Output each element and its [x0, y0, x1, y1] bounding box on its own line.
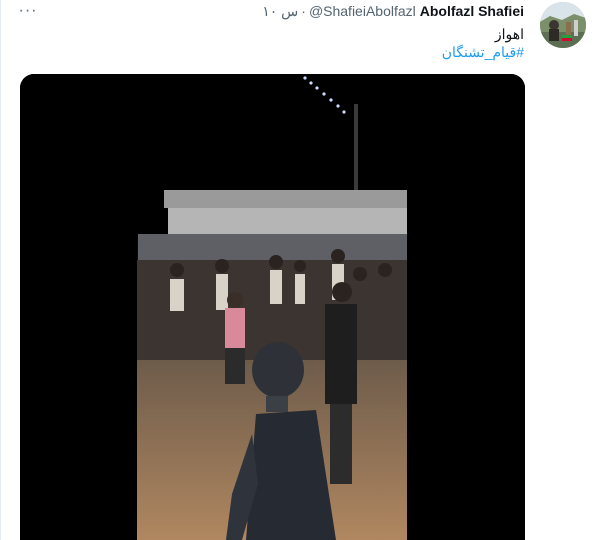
- author-name[interactable]: Abolfazl Shafiei: [420, 2, 524, 20]
- tweet-text: اهواز: [494, 26, 524, 42]
- avatar-image: [540, 2, 586, 48]
- tweet-timestamp[interactable]: ۱۰ س: [262, 2, 298, 20]
- more-options-icon[interactable]: ···: [17, 3, 39, 19]
- video-frame: [20, 74, 525, 540]
- avatar[interactable]: [540, 2, 586, 48]
- video-player[interactable]: [20, 74, 525, 540]
- tweet-card[interactable]: ··· ۱۰ س · @ShafieiAbolfazl Abolfazl Sha…: [0, 0, 598, 540]
- author-handle[interactable]: @ShafieiAbolfazl: [309, 2, 416, 20]
- tweet-header: ۱۰ س · @ShafieiAbolfazl Abolfazl Shafiei: [262, 2, 524, 20]
- more-options-label: ···: [18, 2, 38, 19]
- header-separator: ·: [301, 3, 306, 19]
- hashtag-link[interactable]: #قیام_تشنگان: [442, 42, 524, 62]
